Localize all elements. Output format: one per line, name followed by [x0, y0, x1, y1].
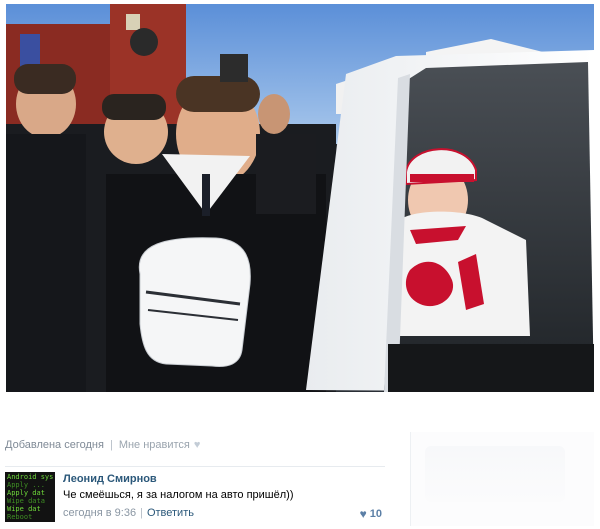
comment-item: Android sys Apply ... Apply dat Wipe dat… [5, 466, 385, 522]
avatar-line: Wipe data [7, 497, 45, 505]
heart-icon[interactable]: ♥ [194, 439, 201, 451]
post-added-label: Добавлена сегодня [5, 439, 104, 451]
footer-separator: | [140, 507, 143, 519]
heart-icon: ♥ [359, 507, 367, 521]
avatar-line: Apply dat [7, 489, 45, 497]
comment-text: Че смеёшься, я за налогом на авто пришёл… [63, 489, 294, 501]
avatar-line: Android sys [7, 473, 54, 481]
comment-time[interactable]: сегодня в 9:36 [63, 507, 136, 519]
avatar-line: Reboot [7, 513, 33, 521]
post-photo[interactable] [6, 4, 594, 392]
like-button[interactable]: Мне нравится [119, 439, 190, 451]
comment-like-count: 10 [369, 508, 382, 520]
avatar-line: Apply ... [7, 481, 45, 489]
reply-button[interactable]: Ответить [147, 507, 194, 519]
meta-separator: | [109, 439, 113, 451]
avatar-line: Wipe dat [7, 505, 41, 513]
panel-placeholder [425, 446, 565, 502]
post-meta-bar: Добавлена сегодня | Мне нравится ♥ [5, 437, 200, 453]
right-side-panel [410, 432, 594, 526]
comment-footer: сегодня в 9:36 | Ответить [63, 507, 194, 519]
comment-author[interactable]: Леонид Смирнов [63, 473, 157, 485]
photo-illustration [6, 4, 594, 392]
avatar[interactable]: Android sys Apply ... Apply dat Wipe dat… [5, 472, 55, 522]
comment-like-button[interactable]: ♥ 10 [360, 507, 382, 521]
